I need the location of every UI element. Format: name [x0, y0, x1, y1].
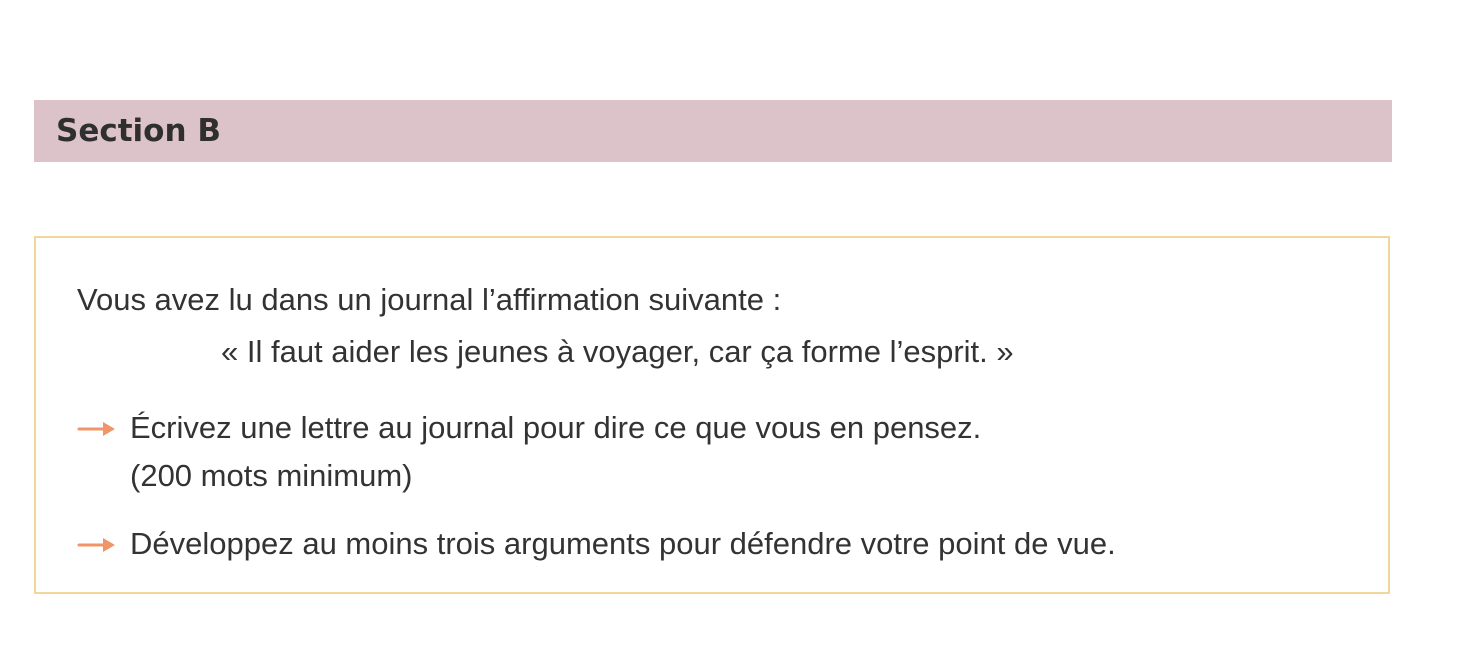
instruction-note: (200 mots minimum) — [130, 458, 413, 493]
arrow-right-icon — [77, 422, 115, 436]
task-quote: « Il faut aider les jeunes à voyager, ca… — [221, 334, 1014, 369]
instruction-text: Écrivez une lettre au journal pour dire … — [130, 410, 982, 445]
section-banner: Section B — [34, 100, 1392, 162]
task-box: Vous avez lu dans un journal l’affirmati… — [34, 236, 1390, 594]
arrow-right-icon — [77, 538, 115, 552]
instruction-text: Développez au moins trois arguments pour… — [130, 526, 1116, 561]
section-title: Section B — [56, 113, 221, 149]
task-intro: Vous avez lu dans un journal l’affirmati… — [77, 282, 782, 317]
